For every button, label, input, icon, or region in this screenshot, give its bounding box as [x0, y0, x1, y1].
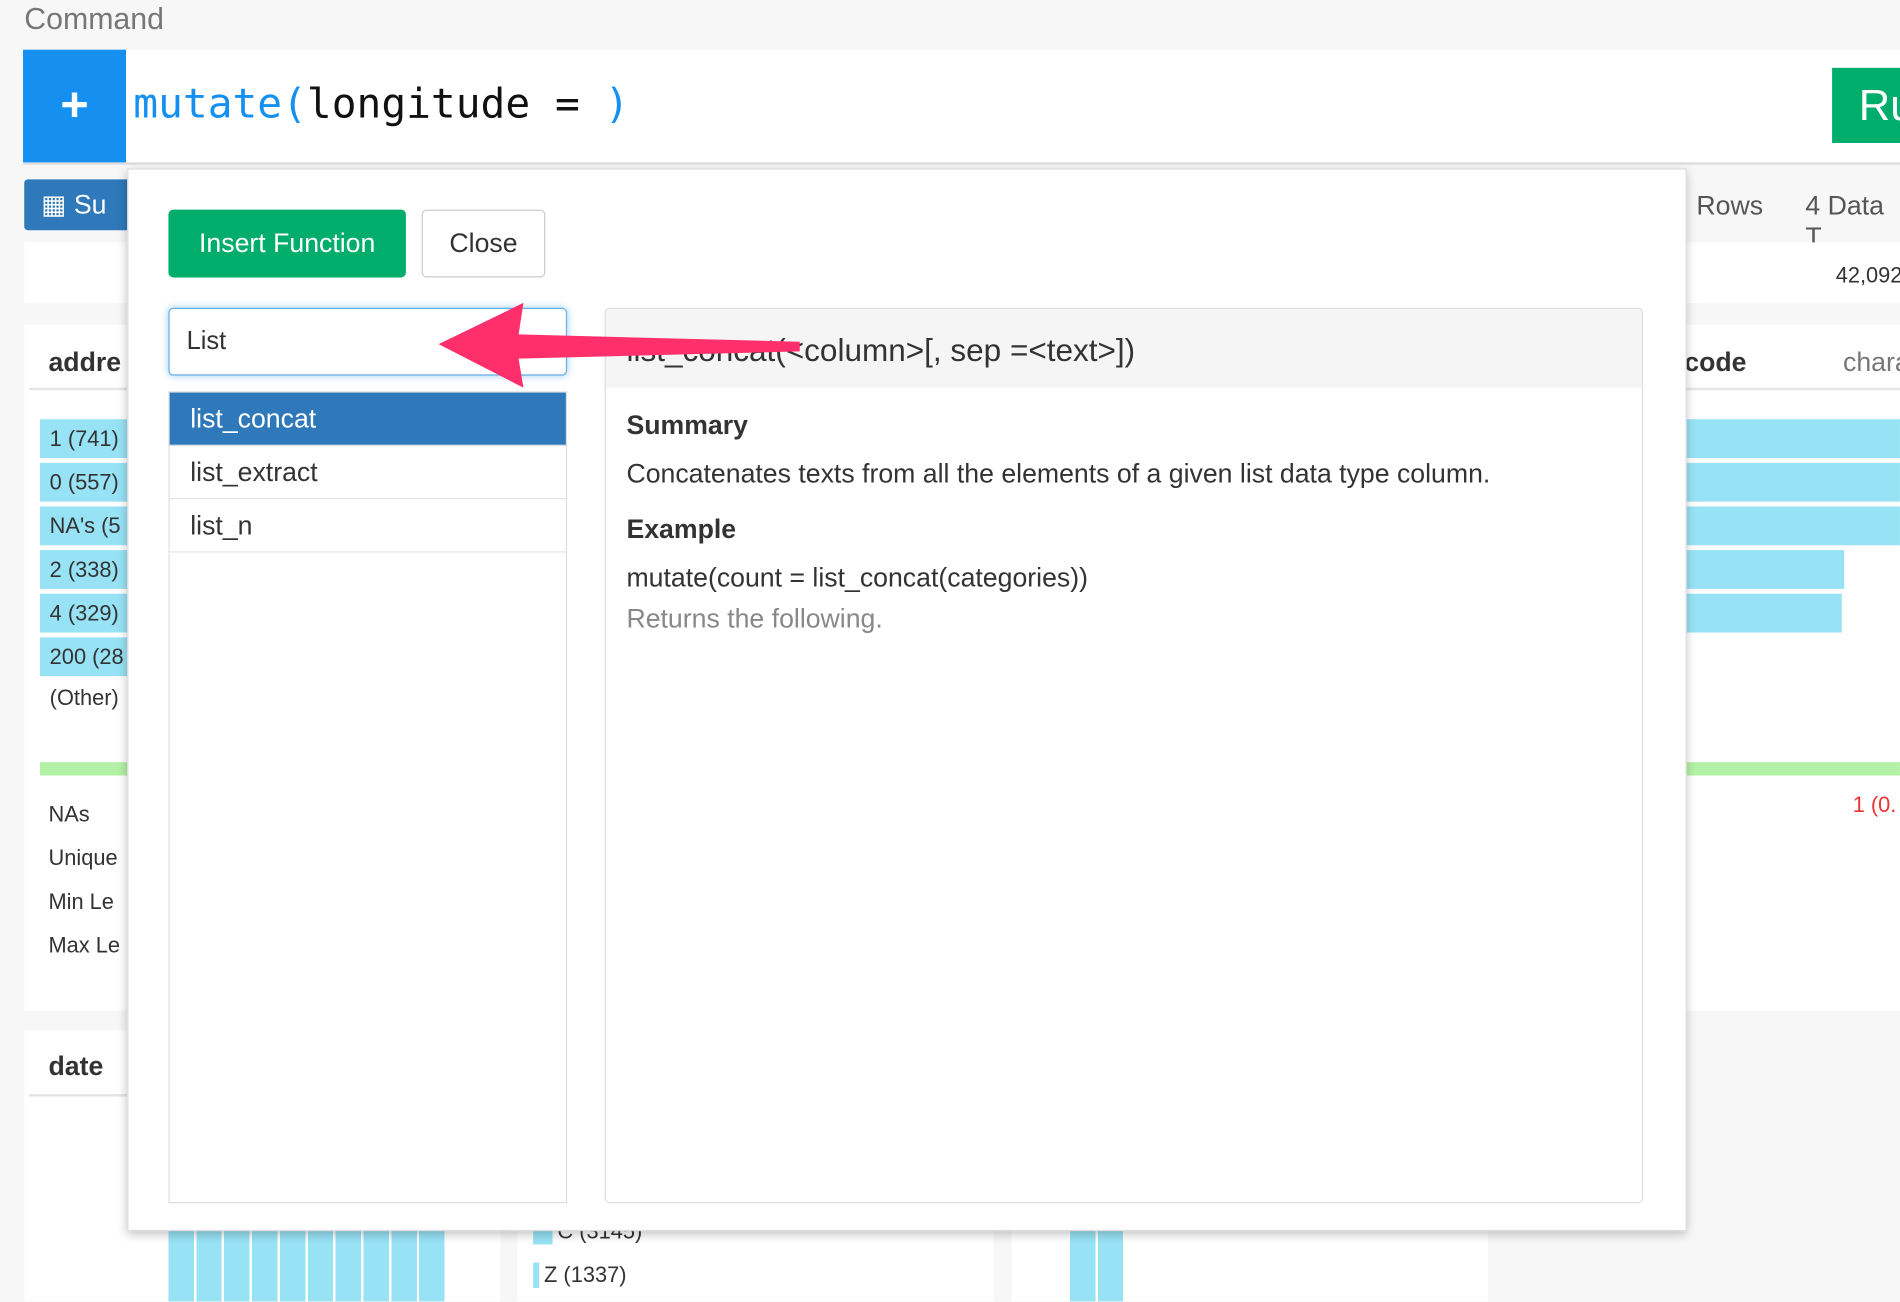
- function-item-list-extract[interactable]: list_extract: [169, 446, 566, 500]
- insert-function-button[interactable]: Insert Function: [168, 209, 406, 278]
- summary-heading: Summary: [626, 409, 748, 440]
- value-bars: [1684, 419, 1900, 633]
- row-count: 42,092: [1835, 262, 1900, 288]
- value-bar[interactable]: [1684, 593, 1842, 633]
- column-title: date: [48, 1050, 104, 1081]
- value-bar[interactable]: [1684, 462, 1900, 502]
- na-value: 1 (0.: [1852, 792, 1897, 817]
- histogram: [168, 1223, 446, 1302]
- histogram: [1069, 1223, 1125, 1302]
- stat-label: Min Le: [48, 889, 114, 914]
- stat-label: Max Le: [48, 933, 120, 958]
- function-item-list-concat[interactable]: list_concat: [169, 392, 566, 446]
- value-bar[interactable]: 2 (338): [39, 550, 137, 589]
- value-bar[interactable]: [1684, 506, 1900, 546]
- value-bar[interactable]: 200 (28: [39, 637, 137, 677]
- command-input[interactable]: mutate(longitude = ): [133, 80, 629, 128]
- column-title: code: [1684, 346, 1747, 377]
- summary-button[interactable]: ▦ Su: [24, 179, 134, 231]
- stats-labels: NAs Unique Min Le Max Le: [48, 792, 120, 966]
- add-step-button[interactable]: +: [23, 49, 127, 163]
- rows-label: Rows: [1696, 190, 1764, 221]
- other-label: (Other): [49, 685, 119, 711]
- column-type: chara: [1842, 346, 1900, 377]
- example-note: Returns the following.: [626, 603, 883, 634]
- annotation-arrow-icon: [438, 302, 800, 388]
- value-bars: 1 (741) 0 (557) NA's (5 2 (338) 4 (329) …: [39, 419, 137, 716]
- command-args: longitude =: [306, 79, 605, 129]
- command-label: Command: [24, 2, 164, 37]
- summary-text: Concatenates texts from all the elements…: [626, 458, 1491, 489]
- value-bar: Z (1337): [533, 1262, 626, 1289]
- run-button[interactable]: Ru: [1832, 67, 1900, 143]
- close-paren: ): [604, 79, 630, 129]
- close-button[interactable]: Close: [421, 209, 546, 278]
- stat-label: Unique: [48, 845, 118, 871]
- stat-label: NAs: [48, 802, 90, 827]
- plus-icon: +: [60, 78, 89, 133]
- function-item-list-n[interactable]: list_n: [169, 499, 566, 553]
- example-heading: Example: [626, 513, 737, 545]
- function-detail-panel: list_concat(<column>[, sep =<text>]) Sum…: [604, 307, 1644, 1204]
- value-bar[interactable]: NA's (5: [39, 506, 137, 546]
- value-bar[interactable]: 1 (741): [39, 419, 137, 459]
- grid-icon: ▦: [41, 189, 67, 220]
- value-bar[interactable]: [1684, 550, 1845, 589]
- function-list[interactable]: list_concat list_extract list_n: [168, 391, 568, 1204]
- function-name: mutate(: [133, 79, 307, 129]
- value-bar[interactable]: 0 (557): [39, 462, 137, 502]
- value-bar[interactable]: 4 (329): [39, 593, 137, 633]
- example-code: mutate(count = list_concat(categories)): [626, 562, 1088, 593]
- column-title: addre: [48, 346, 122, 377]
- value-bar[interactable]: [1684, 419, 1900, 459]
